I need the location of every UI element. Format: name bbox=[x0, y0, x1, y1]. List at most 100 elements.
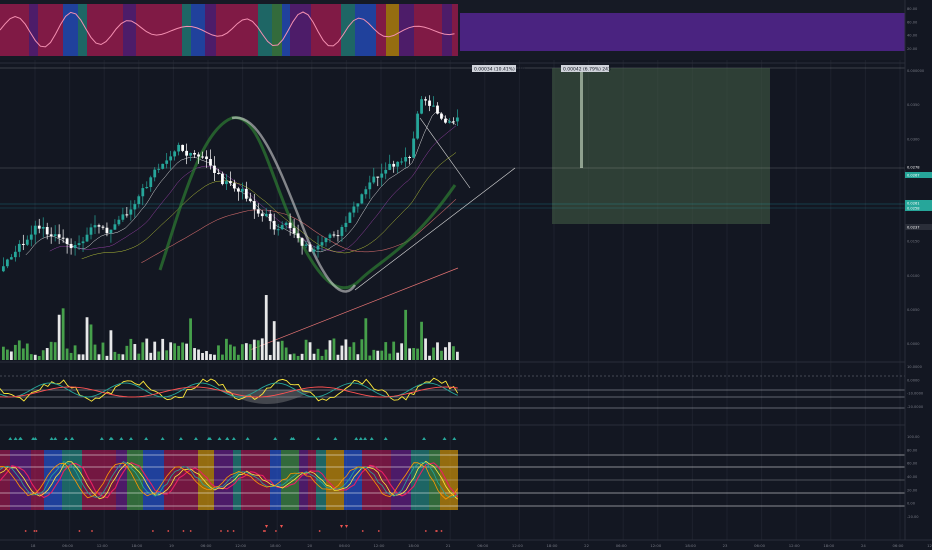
volume-bar bbox=[272, 321, 276, 360]
price-tag-text: 0.0258 bbox=[907, 207, 920, 211]
candle-up bbox=[348, 212, 352, 223]
time-axis-label: 18:00 bbox=[685, 543, 697, 548]
price-axis-label: 0.0150 bbox=[907, 240, 920, 244]
volume-bar bbox=[388, 353, 392, 360]
volume-bar bbox=[157, 351, 161, 360]
candle-up bbox=[412, 138, 415, 158]
volume-bar bbox=[197, 349, 200, 360]
volume-bar bbox=[169, 342, 173, 360]
bottom-marker-dot bbox=[35, 530, 38, 532]
candle-up bbox=[380, 173, 384, 178]
candle-up bbox=[109, 229, 113, 234]
volume-bar bbox=[288, 354, 292, 360]
price-axis-label: 40.00 bbox=[907, 475, 918, 479]
volume-bar bbox=[364, 318, 368, 360]
volume-bar bbox=[368, 355, 372, 360]
price-axis-label: 0.0000 bbox=[907, 378, 920, 382]
volume-bar bbox=[21, 348, 25, 360]
candle-up bbox=[320, 242, 324, 246]
volume-bar bbox=[133, 344, 137, 360]
volume-bar bbox=[61, 308, 65, 360]
time-axis-label: 12:00 bbox=[927, 543, 932, 548]
candle-up bbox=[113, 224, 117, 230]
candle-up bbox=[189, 152, 192, 156]
volume-bar bbox=[260, 338, 264, 360]
price-axis-label: -10.0000 bbox=[907, 392, 924, 396]
volume-bar bbox=[77, 354, 81, 360]
volume-bar bbox=[125, 345, 129, 360]
top-oscillator-band bbox=[29, 4, 38, 56]
top-oscillator-band bbox=[442, 4, 452, 56]
candle-up bbox=[416, 113, 419, 139]
time-axis-label: 06:00 bbox=[201, 543, 213, 548]
candle-down bbox=[436, 105, 439, 114]
price-axis-label: 0.0300 bbox=[907, 137, 920, 141]
time-axis-label: 06:00 bbox=[62, 543, 74, 548]
volume-bar bbox=[424, 338, 427, 360]
candle-down bbox=[300, 238, 304, 246]
bottom-marker-dot bbox=[24, 530, 27, 532]
volume-bar bbox=[25, 343, 29, 360]
time-axis-label: 18:00 bbox=[823, 543, 835, 548]
candle-up bbox=[117, 219, 121, 225]
volume-bar bbox=[440, 350, 443, 360]
price-axis-label: 100.00 bbox=[907, 435, 920, 439]
time-axis-label: 12:00 bbox=[789, 543, 801, 548]
volume-bar bbox=[189, 318, 192, 360]
top-oscillator-band bbox=[272, 4, 282, 56]
price-axis[interactable]: 80.00 60.00 40.00 20.00 0.000000 0.0350 0.0300… bbox=[904, 0, 932, 550]
candle-down bbox=[408, 157, 412, 159]
candle-up bbox=[316, 245, 320, 250]
candle-down bbox=[444, 118, 447, 123]
top-oscillator-band bbox=[233, 4, 243, 56]
volume-bar bbox=[348, 346, 352, 360]
candle-up bbox=[157, 168, 161, 170]
volume-bar bbox=[328, 340, 332, 360]
time-axis-label: 18:00 bbox=[547, 543, 559, 548]
bottom-marker-dot bbox=[440, 530, 443, 532]
target-tag[interactable]: 0.00042 (6.79%) 243 bbox=[561, 65, 611, 73]
volume-bar bbox=[53, 342, 57, 360]
candle-up bbox=[5, 259, 9, 267]
price-axis-label: 0.00 bbox=[907, 502, 916, 506]
top-oscillator-band bbox=[49, 4, 63, 56]
price-axis-label: 0.000000 bbox=[907, 69, 925, 73]
volume-bar bbox=[300, 353, 304, 360]
candle-down bbox=[57, 234, 61, 238]
top-oscillator-band bbox=[87, 4, 107, 56]
candle-down bbox=[45, 226, 49, 235]
price-axis-label: -20.0000 bbox=[907, 405, 924, 409]
volume-bar bbox=[2, 346, 5, 360]
volume-bar bbox=[432, 347, 435, 360]
volume-bar bbox=[316, 348, 320, 360]
chart-canvas[interactable]: 0.00034 (10.41%) 340 0.00042 (6.79%) 243 bbox=[0, 0, 932, 550]
volume-bar bbox=[372, 349, 376, 360]
candle-down bbox=[49, 234, 53, 236]
candle-up bbox=[33, 225, 37, 235]
candle-up bbox=[225, 181, 228, 185]
candle-down bbox=[193, 152, 196, 155]
volume-bar bbox=[9, 351, 13, 360]
candle-up bbox=[93, 225, 97, 228]
volume-bar bbox=[137, 353, 141, 360]
volume-bar bbox=[320, 355, 324, 360]
candle-up bbox=[149, 177, 153, 187]
bottom-marker-dot bbox=[91, 530, 93, 532]
volume-bar bbox=[408, 348, 412, 360]
candle-down bbox=[125, 214, 129, 216]
price-axis-label: 80.00 bbox=[907, 448, 918, 452]
volume-bar bbox=[113, 351, 117, 360]
candle-up bbox=[264, 213, 268, 217]
volume-bar bbox=[252, 339, 256, 360]
volume-bar bbox=[37, 355, 41, 360]
candle-up bbox=[364, 189, 368, 195]
bottom-marker-dot bbox=[33, 530, 36, 532]
price-axis-label: 0.0350 bbox=[907, 103, 920, 107]
volume-bar bbox=[225, 338, 228, 360]
volume-bar bbox=[201, 353, 204, 360]
bottom-marker-dot bbox=[424, 530, 427, 532]
volume-bar bbox=[161, 338, 165, 360]
candle-up bbox=[89, 227, 93, 235]
volume-bar bbox=[85, 317, 89, 360]
candle-up bbox=[368, 182, 372, 190]
